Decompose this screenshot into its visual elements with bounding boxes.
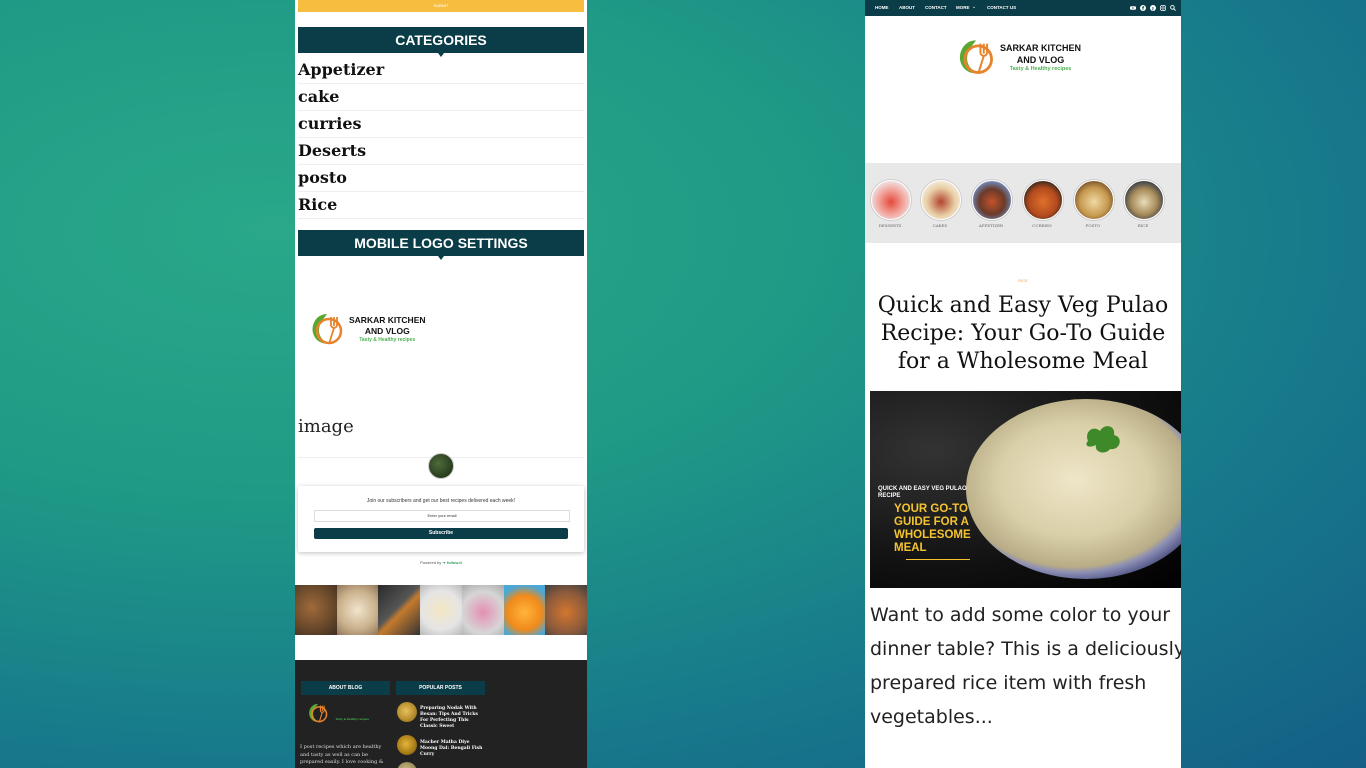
site-logo[interactable]: SARKAR KITCHEN AND VLOG Tasty & Healthy … xyxy=(309,311,426,347)
mobile-logo-heading: MOBILE LOGO SETTINGS xyxy=(298,230,584,260)
hero-underline xyxy=(906,559,970,560)
spoon-fork-leaf-icon xyxy=(959,40,993,74)
logo-name-line2: AND VLOG xyxy=(364,326,410,336)
category-link[interactable]: Deserts xyxy=(298,138,584,165)
category-circle-cakes[interactable] xyxy=(921,180,961,220)
post-thumbnail[interactable] xyxy=(397,762,417,768)
category-carousel: DESSERTS CAKES APPETIZER CURRIES POSTO R… xyxy=(865,163,1181,243)
logo-name-line1: SARKAR KITCHEN xyxy=(1000,42,1081,53)
nav-contact-us[interactable]: CONTACT US xyxy=(987,0,1016,16)
category-link[interactable]: Appetizer xyxy=(298,57,584,84)
powered-by-brand: follow.it xyxy=(446,560,462,565)
category-caption[interactable]: CURRIES xyxy=(1022,223,1062,228)
hero-big-title: YOUR GO-TO GUIDE FOR A WHOLESOME MEAL xyxy=(894,503,971,554)
search-icon[interactable] xyxy=(1170,5,1176,11)
subscribe-button[interactable]: Subscribe xyxy=(314,528,568,539)
subscribe-text: Join our subscribers and get our best re… xyxy=(366,498,516,504)
logo-name-line2: AND VLOG xyxy=(1016,55,1065,65)
spoon-fork-leaf-icon xyxy=(309,703,328,723)
main-page-panel: HOME ABOUT CONTACT MORE ⌄ CONTACT US p S… xyxy=(865,0,1181,768)
subscribe-form: Join our subscribers and get our best re… xyxy=(298,486,584,552)
post-title[interactable]: Quick and Easy Veg Pulao Recipe: Your Go… xyxy=(873,292,1173,376)
pinterest-icon[interactable]: p xyxy=(1150,5,1156,11)
gallery-image[interactable] xyxy=(378,585,421,635)
follow-it-icon: ➜ xyxy=(442,560,446,565)
facebook-icon[interactable] xyxy=(1140,5,1146,11)
category-circle-rice[interactable] xyxy=(1124,180,1164,220)
logo-tagline: Tasty & Healthy recipes xyxy=(1009,66,1072,73)
avatar xyxy=(428,453,454,479)
gallery-image[interactable] xyxy=(336,585,379,635)
hero-small-title: QUICK AND EASY VEG PULAO RECIPE xyxy=(878,486,967,500)
spoon-fork-leaf-icon xyxy=(312,314,343,345)
category-caption[interactable]: DESSERTS xyxy=(870,223,910,228)
chevron-down-icon[interactable]: ⌄ xyxy=(971,4,977,10)
about-blog-heading: ABOUT BLOG xyxy=(301,681,390,695)
post-category-tag[interactable]: RICE xyxy=(865,278,1181,283)
gallery-image[interactable] xyxy=(461,585,504,635)
category-caption[interactable]: APPETIZER xyxy=(971,223,1011,228)
category-link[interactable]: cake xyxy=(298,84,584,111)
image-widget-label: image xyxy=(298,416,354,437)
logo-tagline: Tasty & Healthy recipes xyxy=(359,337,416,344)
category-link[interactable]: posto xyxy=(298,165,584,192)
site-logo[interactable]: SARKAR KITCHEN AND VLOG Tasty & Healthy … xyxy=(956,37,1081,77)
top-navigation: HOME ABOUT CONTACT MORE ⌄ CONTACT US p xyxy=(865,0,1181,16)
gallery-image[interactable] xyxy=(545,585,587,635)
footer-logo[interactable]: SARKAR KITCHEN AND VLOG Tasty & Healthy … xyxy=(307,702,373,724)
post-excerpt: Want to add some color to your dinner ta… xyxy=(870,604,1181,728)
categories-heading: CATEGORIES xyxy=(298,27,584,57)
nav-contact[interactable]: CONTACT xyxy=(925,0,947,16)
email-input[interactable]: Enter your email xyxy=(314,510,570,522)
category-circle-desserts[interactable] xyxy=(871,180,911,220)
footer-logo-tagline: Tasty & Healthy recipes xyxy=(335,717,370,722)
instagram-icon[interactable] xyxy=(1160,5,1166,11)
coriander-leaf-icon xyxy=(1086,426,1120,453)
food-gallery xyxy=(295,585,587,635)
nav-more[interactable]: MORE xyxy=(956,0,970,16)
category-circle-curries[interactable] xyxy=(1023,180,1063,220)
post-featured-image[interactable]: QUICK AND EASY VEG PULAO RECIPE YOUR GO-… xyxy=(870,391,1181,588)
gallery-image[interactable] xyxy=(420,585,462,635)
powered-by[interactable]: Powered by ➜ follow.it xyxy=(295,560,587,565)
gallery-image[interactable] xyxy=(295,585,337,635)
category-caption[interactable]: POSTO xyxy=(1073,223,1113,228)
nav-about[interactable]: ABOUT xyxy=(899,0,915,16)
submit-button[interactable]: SUBMIT xyxy=(298,0,584,12)
svg-text:p: p xyxy=(1152,6,1155,11)
post-thumbnail[interactable] xyxy=(397,735,417,755)
popular-posts-heading: POPULAR POSTS xyxy=(396,681,485,695)
about-blog-text: I post recipes which are healthy and tas… xyxy=(300,744,384,765)
post-thumbnail[interactable] xyxy=(397,702,417,722)
sidebar-panel: SUBMIT CATEGORIES Appetizer cake curries… xyxy=(295,0,587,768)
popular-post-link[interactable]: Macher Matha Diye Moong Dal: Bengali Fis… xyxy=(420,740,486,758)
popular-post-link[interactable]: Preparing Nodak With Besan: Tips And Tri… xyxy=(420,706,486,730)
gallery-image[interactable] xyxy=(503,585,546,635)
category-caption[interactable]: RICE xyxy=(1123,223,1163,228)
pulao-plate-image xyxy=(966,399,1181,579)
category-link[interactable]: Rice xyxy=(298,192,584,219)
category-circle-posto[interactable] xyxy=(1074,180,1114,220)
category-list: Appetizer cake curries Deserts posto Ric… xyxy=(298,57,584,219)
logo-name-line1: SARKAR KITCHEN xyxy=(349,314,426,325)
powered-by-label: Powered by xyxy=(420,560,442,565)
youtube-icon[interactable] xyxy=(1130,5,1136,11)
nav-home[interactable]: HOME xyxy=(875,0,889,16)
category-caption[interactable]: CAKES xyxy=(920,223,960,228)
category-circle-appetizer[interactable] xyxy=(972,180,1012,220)
category-link[interactable]: curries xyxy=(298,111,584,138)
site-footer: ABOUT BLOG POPULAR POSTS SARKAR KITCHEN … xyxy=(295,660,587,768)
